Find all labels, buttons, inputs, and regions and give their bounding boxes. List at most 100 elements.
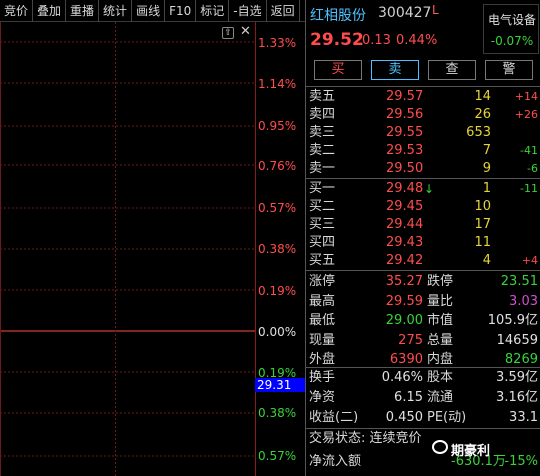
bid-price: 29.48 (386, 181, 424, 196)
stat-label: PE(动) (427, 410, 467, 425)
bid-price: 29.42 (386, 253, 424, 268)
net-inflow-label: 净流入额 (309, 454, 362, 469)
ask-row[interactable]: 卖三 29.55 653 (306, 124, 540, 142)
stat-label: 最高 (309, 293, 336, 309)
ask-delta: -6 (527, 162, 538, 175)
toolbar-item[interactable]: 竞价 (0, 0, 34, 22)
stock-code: 300427 (378, 5, 432, 21)
toolbar-item[interactable]: F10 (165, 0, 197, 22)
bid-row[interactable]: 买二 29.45 10 (306, 198, 540, 216)
toolbar-item[interactable]: 重播 (66, 0, 100, 22)
bid-row[interactable]: 买五 29.42 4 +4 (306, 252, 540, 270)
stat-value: 0.450 (385, 410, 423, 425)
stat-value: 23.51 (500, 274, 538, 289)
trading-status: 交易状态: 连续竞价 (306, 429, 540, 449)
stat-value: 275 (398, 332, 423, 348)
divider (306, 270, 540, 271)
toolbar-item[interactable]: -自选 (229, 0, 267, 22)
toolbar-item[interactable]: 画线 (132, 0, 166, 22)
ask-label: 卖二 (309, 143, 336, 158)
stat-value: 29.00 (385, 313, 423, 328)
trading-status-value: 连续竞价 (369, 431, 422, 446)
pct-axis-label: 1.33% (258, 36, 297, 50)
stat-label: 收益(二) (309, 410, 359, 425)
toolbar-item[interactable]: 返回 (267, 0, 300, 22)
bid-row[interactable]: 买三 29.44 17 (306, 216, 540, 234)
margin-mark: L (432, 3, 439, 17)
ask-price: 29.50 (386, 161, 424, 176)
pct-axis-label: 0.95% (258, 119, 297, 133)
stat-value: 105.9亿 (487, 313, 538, 328)
stat-row: 净资 6.15 流通 3.16亿 (306, 388, 540, 407)
stat-value: 33.1 (509, 410, 538, 425)
ask-price: 29.53 (386, 143, 424, 158)
buy-button[interactable]: 买 (314, 60, 362, 80)
stat-label: 现量 (309, 332, 336, 348)
bid-volume: 4 (482, 253, 491, 268)
bid-delta: -11 (520, 182, 538, 195)
stat-value: 35.27 (385, 274, 423, 289)
bid-row[interactable]: 买四 29.43 11 (306, 234, 540, 252)
stat-value: 3.16亿 (496, 390, 538, 405)
bid-volume: 10 (474, 199, 491, 214)
toolbar-item[interactable]: 标记 (196, 0, 230, 22)
stat-value: 3.03 (509, 293, 538, 309)
pct-axis-label: 0.38% (258, 406, 297, 420)
pct-axis-label: 0.00% (258, 325, 297, 339)
pct-axis-label: 0.76% (258, 159, 297, 173)
stat-value: 6.15 (394, 390, 423, 405)
net-inflow-pct: -15% (504, 454, 538, 469)
bid-label: 买二 (309, 199, 336, 214)
ask-label: 卖一 (309, 161, 336, 176)
chart-toolbar: 竞价 叠加 重播 统计 画线 F10 标记 -自选 返回 (0, 0, 305, 22)
close-icon[interactable]: ✕ (240, 25, 251, 38)
down-arrow-icon: ↓ (424, 182, 435, 196)
toolbar-item[interactable]: 叠加 (33, 0, 67, 22)
ask-volume: 653 (466, 125, 491, 140)
watermark: 期豪利 (451, 444, 491, 459)
sector-box[interactable]: 电气设备 -0.07% (483, 4, 539, 54)
ask-row[interactable]: 卖一 29.50 9 -6 (306, 160, 540, 178)
bid-row[interactable]: 买一 29.48 ↓ 1 -11 (306, 180, 540, 198)
bid-price: 29.43 (386, 235, 424, 250)
stat-value: 0.46% (381, 370, 423, 385)
ask-label: 卖四 (309, 107, 336, 122)
bid-label: 买三 (309, 217, 336, 232)
sector-pct: -0.07% (490, 34, 534, 48)
bid-label: 买五 (309, 253, 336, 268)
ask-row[interactable]: 卖四 29.56 26 +26 (306, 106, 540, 124)
last-price: 29.52 (310, 30, 364, 50)
sell-button[interactable]: 卖 (371, 60, 419, 80)
wechat-icon (432, 440, 448, 454)
stat-row: 现量 275 总量 14659 (306, 331, 540, 350)
stat-label: 最低 (309, 313, 336, 328)
toolbar-item[interactable]: 统计 (99, 0, 133, 22)
trading-status-label: 交易状态: (309, 431, 366, 446)
ask-volume: 26 (474, 107, 491, 122)
ask-price: 29.57 (386, 89, 424, 104)
stat-value: 3.59亿 (496, 370, 538, 385)
stat-label: 量比 (427, 293, 454, 309)
stat-label: 流通 (427, 390, 454, 405)
bid-price: 29.44 (386, 217, 424, 232)
ask-delta: +26 (514, 108, 538, 121)
bid-volume: 17 (474, 217, 491, 232)
ask-row[interactable]: 卖二 29.53 7 -41 (306, 142, 540, 160)
pct-axis-label: 0.38% (258, 242, 297, 256)
price-change-pct: 0.44% (396, 33, 438, 48)
sector-name: 电气设备 (487, 13, 536, 27)
ask-delta: +14 (514, 90, 538, 103)
ask-volume: 9 (482, 161, 491, 176)
ask-row[interactable]: 卖五 29.57 14 +14 (306, 88, 540, 106)
bid-price: 29.45 (386, 199, 424, 214)
alert-button[interactable]: 警 (485, 60, 533, 80)
stock-name[interactable]: 红相股份 (310, 5, 366, 25)
query-button[interactable]: 查 (428, 60, 476, 80)
stat-row: 涨停 35.27 跌停 23.51 (306, 272, 540, 291)
ask-price: 29.55 (386, 125, 424, 140)
pct-axis-label: 0.57% (258, 449, 297, 463)
ask-price: 29.56 (386, 107, 424, 122)
ask-delta: -41 (520, 144, 538, 157)
quote-panel: 红相股份 300427 L 电气设备 -0.07% 29.52 0.13 0.4… (305, 0, 540, 476)
up-arrow-box-icon[interactable]: ⇧ (222, 27, 234, 39)
